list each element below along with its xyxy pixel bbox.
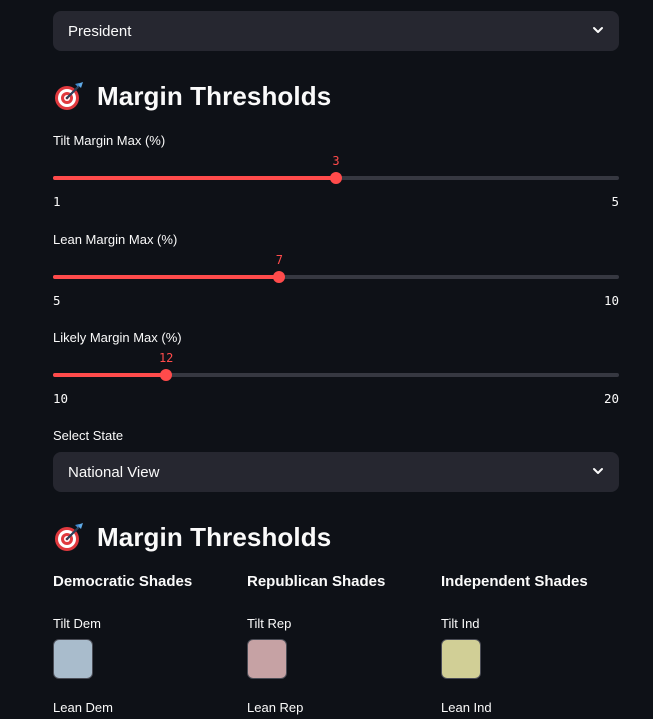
office-select[interactable]: President xyxy=(53,11,619,51)
chevron-down-icon xyxy=(593,468,603,474)
slider-fill xyxy=(53,373,167,377)
slider-label-likely: Likely Margin Max (%) xyxy=(53,330,182,345)
republican-shades-heading: Republican Shades xyxy=(247,573,386,590)
slider-thumb[interactable] xyxy=(330,172,342,184)
democratic-shades-heading: Democratic Shades xyxy=(53,573,193,590)
independent-shades-heading: Independent Shades xyxy=(441,573,588,590)
section-title: Margin Thresholds xyxy=(97,80,332,111)
tilt-dem-color-picker[interactable] xyxy=(53,639,93,679)
slider-value: 7 xyxy=(275,253,284,267)
slider-max: 10 xyxy=(603,293,619,308)
state-select-value: National View xyxy=(68,463,160,481)
lean-ind-label: Lean Ind xyxy=(441,700,492,715)
tilt-ind-color-picker[interactable] xyxy=(441,639,481,679)
slider-value: 3 xyxy=(332,154,340,168)
target-dart-icon xyxy=(55,523,83,551)
tilt-dem-label: Tilt Dem xyxy=(53,616,101,631)
likely-margin-slider[interactable]: 12 10 20 xyxy=(53,351,619,406)
section-heading-margin-thresholds: Margin Thresholds xyxy=(53,80,331,112)
tilt-rep-color-picker[interactable] xyxy=(247,639,287,679)
state-select[interactable]: National View xyxy=(53,452,619,492)
target-dart-icon xyxy=(55,82,83,110)
slider-label-lean: Lean Margin Max (%) xyxy=(53,232,178,247)
lean-margin-slider[interactable]: 7 5 10 xyxy=(53,253,619,308)
slider-min: 5 xyxy=(53,293,61,308)
tilt-rep-label: Tilt Rep xyxy=(247,616,292,631)
lean-rep-label: Lean Rep xyxy=(247,700,304,715)
slider-fill xyxy=(53,176,336,180)
tilt-margin-slider[interactable]: 3 1 5 xyxy=(53,154,619,209)
slider-max: 5 xyxy=(611,194,619,209)
app-page: President Margin Thresholds Tilt Margin … xyxy=(0,0,653,719)
state-select-label: Select State xyxy=(53,428,124,443)
slider-min: 1 xyxy=(53,194,61,209)
section-heading-margin-thresholds-2: Margin Thresholds xyxy=(53,521,331,553)
section-title: Margin Thresholds xyxy=(97,521,332,552)
slider-min: 10 xyxy=(53,391,69,406)
office-select-value: President xyxy=(68,22,132,40)
slider-thumb[interactable] xyxy=(273,271,286,283)
slider-max: 20 xyxy=(603,391,619,406)
slider-value: 12 xyxy=(158,351,174,365)
slider-label-tilt: Tilt Margin Max (%) xyxy=(53,133,166,148)
lean-dem-label: Lean Dem xyxy=(53,700,113,715)
slider-fill xyxy=(53,275,280,279)
chevron-down-icon xyxy=(593,27,603,33)
slider-thumb[interactable] xyxy=(160,369,173,381)
tilt-ind-label: Tilt Ind xyxy=(441,616,480,631)
